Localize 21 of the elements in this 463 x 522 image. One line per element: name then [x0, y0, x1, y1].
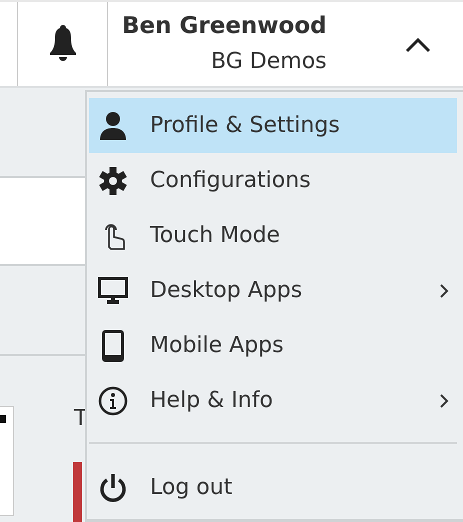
menu-item[interactable]: Mobile Apps [89, 318, 457, 373]
chevron-up-icon [405, 36, 431, 53]
monitor-icon [98, 276, 128, 304]
menu-item[interactable]: Desktop Apps [89, 263, 457, 318]
menu-item[interactable]: Profile & Settings [89, 98, 457, 153]
person-icon [100, 112, 126, 140]
mark-icon [0, 415, 6, 423]
chevron-right-icon [439, 392, 449, 409]
gear-icon [99, 166, 127, 194]
status-bar [73, 462, 82, 522]
phone-icon [102, 330, 124, 362]
menu-item[interactable]: Help & Info [89, 373, 457, 428]
organization-name[interactable]: BG Demos [122, 48, 327, 75]
chevron-right-icon [439, 282, 449, 299]
info-icon [98, 386, 128, 416]
menu-item[interactable]: Touch Mode [89, 208, 457, 263]
user-name[interactable]: Ben Greenwood [122, 13, 327, 41]
menu-item[interactable]: Log out [89, 442, 457, 515]
bell-icon[interactable] [50, 25, 76, 63]
power-icon [99, 472, 127, 502]
menu-item[interactable]: Configurations [89, 153, 457, 208]
